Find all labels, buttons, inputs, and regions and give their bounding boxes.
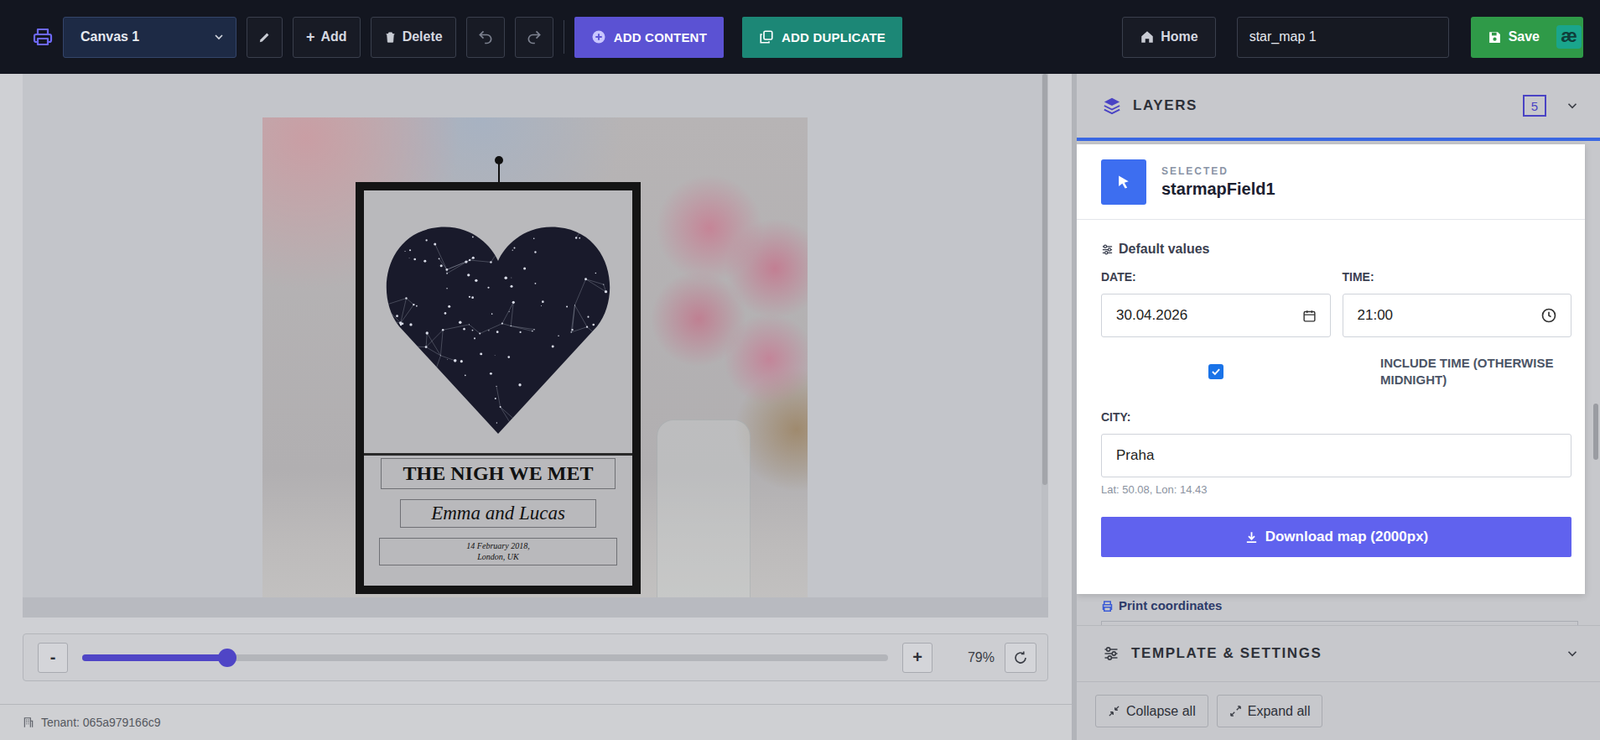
add-content-button[interactable]: ADD CONTENT [574, 16, 724, 58]
starmap-area [363, 190, 633, 456]
default-values-title: Default values [1101, 239, 1572, 259]
poster-frame: THE NIGH WE MET Emma and Lucas 14 February… [355, 181, 641, 594]
editor-app: Canvas 1 +Add Delete ADD CONTENT ADD DUP… [0, 0, 1600, 740]
chevron-down-icon [212, 30, 226, 44]
zoom-out-button[interactable]: - [37, 642, 68, 673]
print-coordinates-box [1101, 620, 1579, 625]
sliders-icon [1101, 243, 1114, 256]
print-coordinates-header[interactable]: Print coordinates [1076, 593, 1600, 614]
time-field[interactable]: 21:00 [1342, 293, 1573, 338]
canvas-horizontal-scrollbar[interactable] [22, 597, 1049, 618]
zoom-slider[interactable] [82, 654, 889, 661]
redo-button[interactable] [514, 16, 554, 58]
date-field[interactable]: 30.04.2026 [1101, 293, 1331, 338]
pencil-icon [257, 30, 272, 45]
panel-footer: Collapse all Expand all [1076, 680, 1600, 740]
printer-icon [1101, 599, 1114, 613]
building-icon [22, 716, 35, 728]
rotate-handle[interactable] [494, 155, 504, 165]
template-settings-header[interactable]: TEMPLATE & SETTINGS [1076, 624, 1600, 681]
include-time-checkbox[interactable] [1208, 363, 1224, 380]
add-button[interactable]: +Add [292, 16, 361, 58]
project-name-field[interactable]: star_map 1 [1236, 16, 1450, 58]
trash-icon [384, 31, 397, 44]
canvas-select[interactable]: Canvas 1 [62, 16, 237, 58]
calendar-icon [1302, 308, 1317, 323]
layers-icon [1102, 96, 1122, 115]
mockup-photo: THE NIGH WE MET Emma and Lucas 14 February… [262, 117, 808, 598]
undo-button[interactable] [466, 16, 505, 58]
date-label: DATE: [1101, 268, 1331, 286]
layers-progress-line [1076, 137, 1600, 141]
sliders-icon [1102, 644, 1120, 662]
home-icon [1139, 29, 1155, 45]
canvas-vertical-scrollbar[interactable] [1041, 73, 1049, 598]
zoom-in-button[interactable]: + [902, 642, 933, 673]
zoom-bar: - + 79% [22, 633, 1049, 681]
layers-count-badge: 5 [1522, 94, 1547, 117]
download-icon [1244, 529, 1259, 545]
text-area: THE NIGH WE MET Emma and Lucas 14 February… [363, 455, 633, 586]
canvas-viewport: THE NIGH WE MET Emma and Lucas 14 February… [22, 73, 1049, 618]
assistant-badge[interactable]: æ [1556, 25, 1582, 49]
add-duplicate-button[interactable]: ADD DUPLICATE [742, 16, 903, 58]
city-label: CITY: [1101, 408, 1572, 426]
city-field[interactable]: Praha [1101, 433, 1572, 478]
delete-button[interactable]: Delete [370, 16, 457, 58]
editor-body: THE NIGH WE MET Emma and Lucas 14 February… [0, 73, 1600, 740]
printer-icon [32, 26, 53, 47]
collapse-all-button[interactable]: Collapse all [1095, 694, 1209, 728]
redo-icon [525, 28, 543, 46]
status-bar: Tenant: 065a979166c9 [0, 703, 1072, 740]
toolbar-separator [563, 20, 565, 54]
heart-starmap[interactable] [380, 222, 616, 439]
plus-circle-icon [591, 29, 607, 45]
zoom-reading: 79% [967, 649, 995, 665]
save-button[interactable]: Save æ [1470, 16, 1584, 58]
canvas-stage: THE NIGH WE MET Emma and Lucas 14 February… [22, 73, 1042, 598]
selected-layer-name: starmapField1 [1161, 179, 1276, 199]
layers-header[interactable]: LAYERS 5 [1076, 73, 1600, 138]
selected-label: SELECTED [1161, 165, 1276, 177]
chevron-down-icon [1564, 98, 1580, 114]
top-toolbar: Canvas 1 +Add Delete ADD CONTENT ADD DUP… [0, 0, 1600, 74]
undo-icon [477, 28, 494, 46]
text-layer[interactable]: 14 February 2018, London, UK [379, 537, 618, 566]
expand-icon [1229, 704, 1242, 717]
checkmark-icon [1210, 365, 1222, 378]
canvas-column: THE NIGH WE MET Emma and Lucas 14 February… [0, 73, 1072, 740]
vase-decoration [656, 419, 751, 598]
rename-button[interactable] [246, 16, 283, 58]
floppy-icon [1487, 30, 1502, 45]
include-time-label: INCLUDE TIME (OTHERWISE MIDNIGHT) [1380, 354, 1572, 389]
panel-scroll-area: LAYERS 5 SELECTED starmapField1 Default … [1076, 73, 1600, 625]
panel-scrollbar[interactable] [1593, 73, 1599, 625]
cursor-icon [1101, 159, 1147, 205]
text-layer[interactable]: THE NIGH WE MET [380, 457, 616, 489]
download-map-button[interactable]: Download map (2000px) [1101, 516, 1572, 557]
expand-all-button[interactable]: Expand all [1216, 694, 1324, 728]
coordinates-hint: Lat: 50.08, Lon: 14.43 [1101, 482, 1572, 498]
properties-panel: LAYERS 5 SELECTED starmapField1 Default … [1071, 73, 1600, 740]
zoom-reset-button[interactable] [1004, 642, 1037, 673]
reset-icon [1012, 649, 1029, 665]
clock-icon [1540, 306, 1558, 324]
home-button[interactable]: Home [1122, 16, 1216, 58]
text-layer[interactable]: Emma and Lucas [400, 498, 597, 528]
time-label: TIME: [1342, 268, 1573, 286]
collapse-icon [1107, 704, 1121, 717]
chevron-down-icon [1564, 645, 1580, 661]
selected-header: SELECTED starmapField1 [1076, 144, 1585, 220]
selected-layer-card: SELECTED starmapField1 Default values DA… [1076, 144, 1585, 594]
duplicate-icon [758, 29, 775, 45]
